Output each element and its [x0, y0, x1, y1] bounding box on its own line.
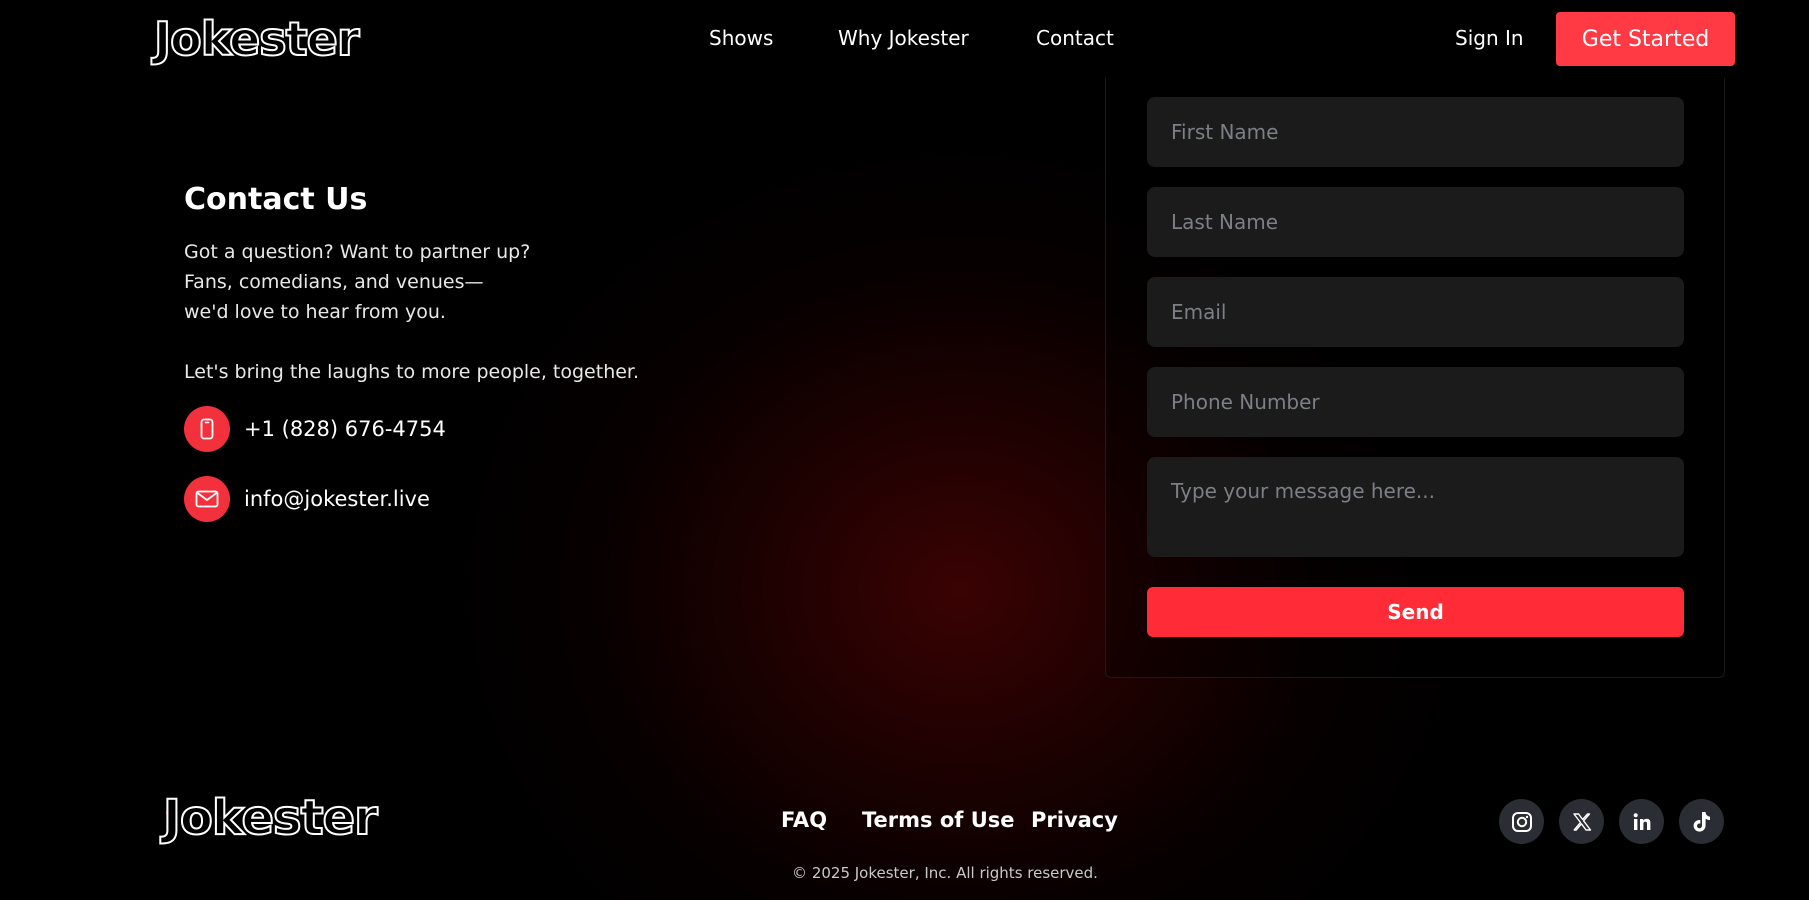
copyright-text: © 2025 Jokester, Inc. All rights reserve… [792, 864, 1098, 882]
description-line: Got a question? Want to partner up? [184, 241, 531, 263]
get-started-button[interactable]: Get Started [1556, 12, 1735, 66]
email-address[interactable]: info@jokester.live [244, 487, 430, 511]
nav-contact[interactable]: Contact [1036, 26, 1114, 50]
phone-row[interactable]: +1 (828) 676-4754 [184, 406, 446, 452]
nav-why-jokester[interactable]: Why Jokester [838, 26, 969, 50]
header-logo[interactable]: Jokester [153, 15, 361, 63]
nav-shows[interactable]: Shows [709, 26, 773, 50]
email-row[interactable]: info@jokester.live [184, 476, 430, 522]
tiktok-icon[interactable] [1679, 799, 1724, 844]
first-name-field[interactable] [1147, 97, 1684, 167]
contact-title: Contact Us [184, 182, 368, 217]
site-header: Jokester Shows Why Jokester Contact Sign… [0, 0, 1809, 78]
footer-logo[interactable]: Jokester [162, 793, 379, 843]
email-field[interactable] [1147, 277, 1684, 347]
x-icon[interactable] [1559, 799, 1604, 844]
mail-icon [184, 476, 230, 522]
phone-number-field[interactable] [1147, 367, 1684, 437]
footer-link-faq[interactable]: FAQ [781, 808, 827, 832]
instagram-icon[interactable] [1499, 799, 1544, 844]
description-line: we'd love to hear from you. [184, 301, 446, 323]
last-name-field[interactable] [1147, 187, 1684, 257]
sign-in-link[interactable]: Sign In [1455, 26, 1524, 50]
linkedin-icon[interactable] [1619, 799, 1664, 844]
footer-link-terms[interactable]: Terms of Use [862, 808, 1015, 832]
phone-icon [184, 406, 230, 452]
phone-number[interactable]: +1 (828) 676-4754 [244, 417, 446, 441]
description-line: Fans, comedians, and venues— [184, 271, 484, 293]
send-button[interactable]: Send [1147, 587, 1684, 637]
footer-link-privacy[interactable]: Privacy [1031, 808, 1118, 832]
contact-tagline: Let's bring the laughs to more people, t… [184, 361, 640, 383]
contact-description: Got a question? Want to partner up? Fans… [184, 237, 704, 387]
message-field[interactable] [1147, 457, 1684, 557]
